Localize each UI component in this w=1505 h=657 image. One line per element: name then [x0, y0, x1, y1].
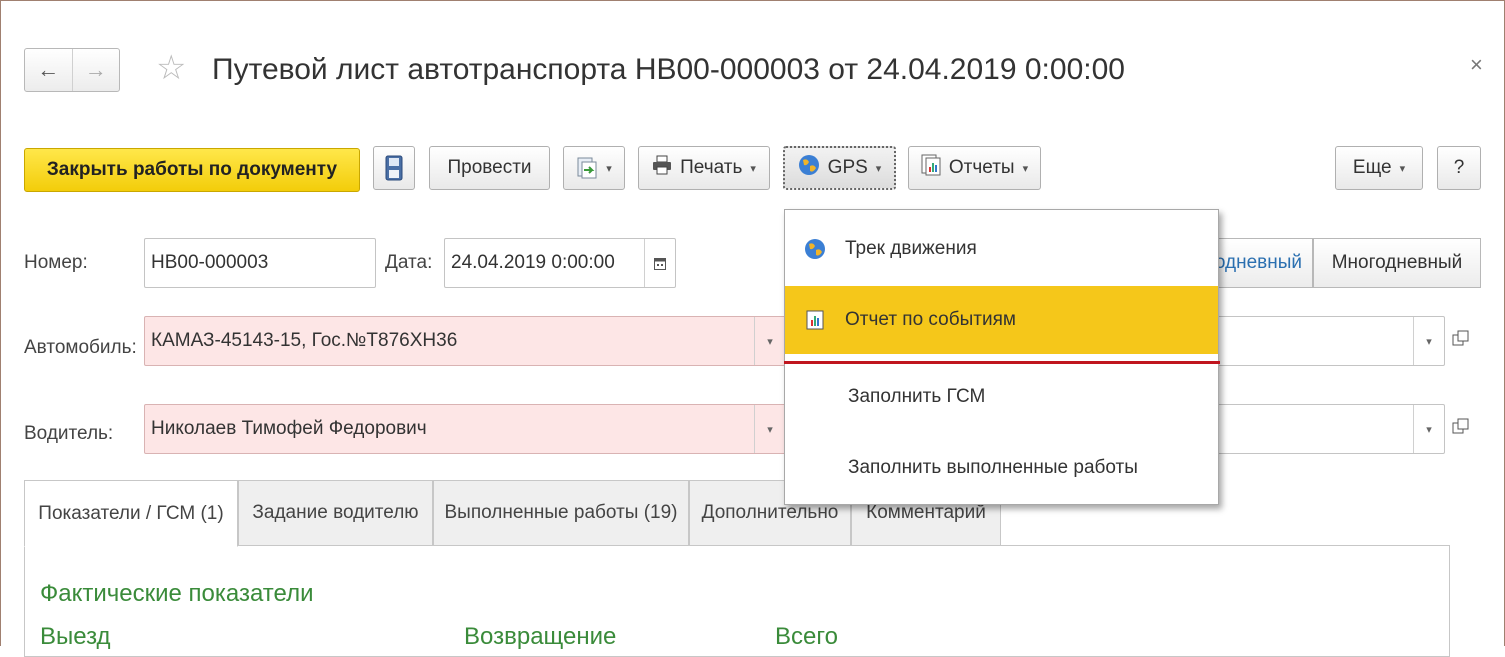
- menu-item-movement-track[interactable]: Трек движения: [785, 215, 1218, 283]
- favorite-star-icon[interactable]: ☆: [156, 50, 186, 86]
- annotation-underline: [784, 361, 1220, 364]
- forward-arrow-icon[interactable]: →: [71, 49, 120, 91]
- chevron-down-icon: ▾: [875, 162, 882, 175]
- menu-item-label: Отчет по событиям: [845, 309, 1016, 330]
- date-label: Дата:: [385, 252, 433, 273]
- menu-item-label: Трек движения: [845, 238, 977, 259]
- chevron-down-icon: ▾: [1399, 162, 1406, 175]
- number-label: Номер:: [24, 252, 88, 273]
- reports-button[interactable]: Отчеты ▾: [908, 146, 1041, 190]
- tab-indicators[interactable]: Показатели / ГСМ (1): [24, 480, 238, 547]
- driver-label: Водитель:: [24, 423, 114, 444]
- close-icon[interactable]: ×: [1470, 52, 1483, 78]
- gps-label: GPS: [827, 157, 868, 178]
- report-icon: [921, 154, 941, 182]
- chevron-down-icon[interactable]: ▾: [1413, 405, 1444, 453]
- report-icon: [785, 310, 845, 330]
- tab-driver-task[interactable]: Задание водителю: [238, 480, 433, 546]
- gps-dropdown-menu: Трек движения Отчет по событиям Заполнит…: [784, 209, 1219, 505]
- printer-icon: [652, 155, 672, 181]
- document-arrow-icon: [577, 157, 597, 179]
- chevron-down-icon[interactable]: ▾: [1413, 317, 1444, 365]
- help-button[interactable]: ?: [1437, 146, 1481, 190]
- car-value: КАМАЗ-45143-15, Гос.№Т876ХН36: [151, 330, 458, 351]
- back-arrow-icon[interactable]: ←: [25, 49, 72, 91]
- create-based-on-button[interactable]: ▾: [563, 146, 625, 190]
- chevron-down-icon[interactable]: ▾: [754, 405, 785, 453]
- reports-label: Отчеты: [948, 157, 1015, 178]
- page-title: Путевой лист автотранспорта НВ00-000003 …: [212, 53, 1125, 86]
- chevron-down-icon: ▾: [1022, 162, 1029, 175]
- calendar-icon[interactable]: [644, 239, 675, 287]
- print-button[interactable]: Печать ▾: [638, 146, 770, 190]
- chevron-down-icon[interactable]: ▾: [754, 317, 785, 365]
- menu-item-fill-works[interactable]: Заполнить выполненные работы: [785, 434, 1218, 502]
- chevron-down-icon: ▾: [606, 162, 612, 175]
- more-button[interactable]: Еще ▾: [1335, 146, 1423, 190]
- menu-item-events-report[interactable]: Отчет по событиям: [785, 286, 1218, 354]
- driver-field[interactable]: Николаев Тимофей Федорович ▾: [144, 404, 786, 454]
- post-button[interactable]: Провести: [429, 146, 550, 190]
- number-field[interactable]: НВ00-000003: [144, 238, 376, 288]
- menu-item-fill-fuel[interactable]: Заполнить ГСМ: [785, 363, 1218, 431]
- car-field[interactable]: КАМАЗ-45143-15, Гос.№Т876ХН36 ▾: [144, 316, 786, 366]
- driver-value: Николаев Тимофей Федорович: [151, 418, 427, 439]
- more-label: Еще: [1352, 157, 1392, 178]
- globe-icon: [785, 238, 845, 260]
- close-works-button[interactable]: Закрыть работы по документу: [24, 148, 360, 192]
- date-value: 24.04.2019 0:00:00: [451, 252, 615, 273]
- history-nav: ← →: [24, 48, 120, 92]
- section-title: Фактические показатели: [40, 580, 314, 607]
- car-label: Автомобиль:: [24, 337, 137, 358]
- chevron-down-icon: ▾: [750, 162, 756, 175]
- tab-completed-works[interactable]: Выполненные работы (19): [433, 480, 689, 546]
- gps-button[interactable]: GPS ▾: [783, 146, 896, 190]
- print-label: Печать: [680, 157, 743, 178]
- save-icon: [385, 155, 403, 181]
- secondary-car-field[interactable]: ▾: [1210, 316, 1445, 366]
- save-button[interactable]: [373, 146, 415, 190]
- open-link-icon[interactable]: [1452, 418, 1476, 442]
- open-link-icon[interactable]: [1452, 330, 1476, 354]
- globe-icon: [798, 154, 820, 182]
- multi-day-toggle[interactable]: Многодневный: [1313, 238, 1481, 288]
- secondary-driver-field[interactable]: ▾: [1210, 404, 1445, 454]
- date-field[interactable]: 24.04.2019 0:00:00: [444, 238, 676, 288]
